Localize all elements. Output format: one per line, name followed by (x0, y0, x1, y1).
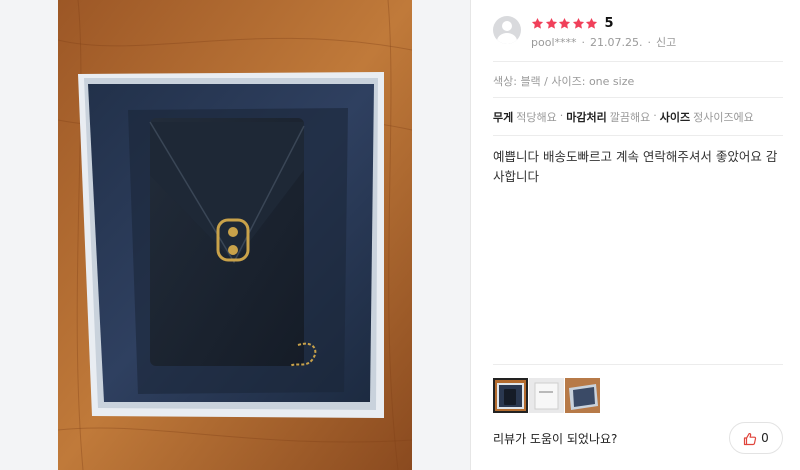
report-link[interactable]: 신고 (656, 34, 676, 50)
star-icon (558, 17, 571, 30)
star-icon (531, 17, 544, 30)
separator-dot: · (647, 35, 651, 49)
star-rating (531, 17, 599, 30)
photo-thumbnails (493, 378, 601, 413)
review-date: 21.07.25. (590, 35, 643, 49)
author-line: pool**** · 21.07.25. · 신고 (531, 34, 676, 50)
purchase-options: 색상: 블랙 / 사이즈: one size (493, 75, 635, 88)
separator-dot: · (581, 35, 586, 49)
author-name: pool**** (531, 35, 577, 49)
left-gutter (0, 0, 58, 470)
user-avatar-icon (493, 16, 521, 44)
bag-in-box-image (58, 0, 412, 470)
attribute-value: 정사이즈에요 (693, 111, 754, 124)
star-icon (572, 17, 585, 30)
thumbnail-2[interactable] (529, 378, 564, 413)
helpful-question: 리뷰가 도움이 되었나요? (493, 432, 618, 446)
review-text: 예쁩니다 배송도빠르고 계속 연락해주셔서 좋았어요 감사합니다 (493, 149, 778, 184)
like-button[interactable]: 0 (729, 422, 783, 454)
divider (493, 135, 783, 136)
review-header: 5 pool**** · 21.07.25. · 신고 (493, 14, 676, 50)
review-detail-panel: 5 pool**** · 21.07.25. · 신고 색상: 블랙 / 사이즈… (471, 0, 800, 470)
divider (493, 364, 783, 365)
bag-thumbnail-image (493, 378, 528, 413)
divider (493, 97, 783, 98)
thumbnail-1[interactable] (493, 378, 528, 413)
attribute-separator: · (653, 109, 657, 122)
thumbnail-3[interactable] (565, 378, 600, 413)
open-box-thumbnail-image (565, 378, 600, 413)
box-thumbnail-image (529, 378, 564, 413)
star-icon (585, 17, 598, 30)
star-icon (545, 17, 558, 30)
rating-line: 5 (531, 14, 676, 32)
attribute-key: 사이즈 (659, 111, 691, 124)
attribute-key: 마감처리 (566, 111, 607, 124)
rating-score: 5 (604, 15, 614, 31)
thumbs-up-icon (743, 431, 757, 446)
attribute-key: 무게 (493, 111, 514, 124)
review-attributes: 무게 적당해요 · 마감처리 깔끔해요 · 사이즈 정사이즈에요 (493, 109, 754, 125)
attribute-value: 깔끔해요 (609, 111, 651, 124)
divider (493, 61, 783, 62)
review-photo-main[interactable] (58, 0, 412, 470)
attribute-separator: · (559, 109, 564, 122)
right-gutter (412, 0, 470, 470)
attribute-value: 적당해요 (516, 111, 557, 124)
review-meta: 5 pool**** · 21.07.25. · 신고 (531, 14, 676, 50)
like-count: 0 (761, 431, 769, 445)
